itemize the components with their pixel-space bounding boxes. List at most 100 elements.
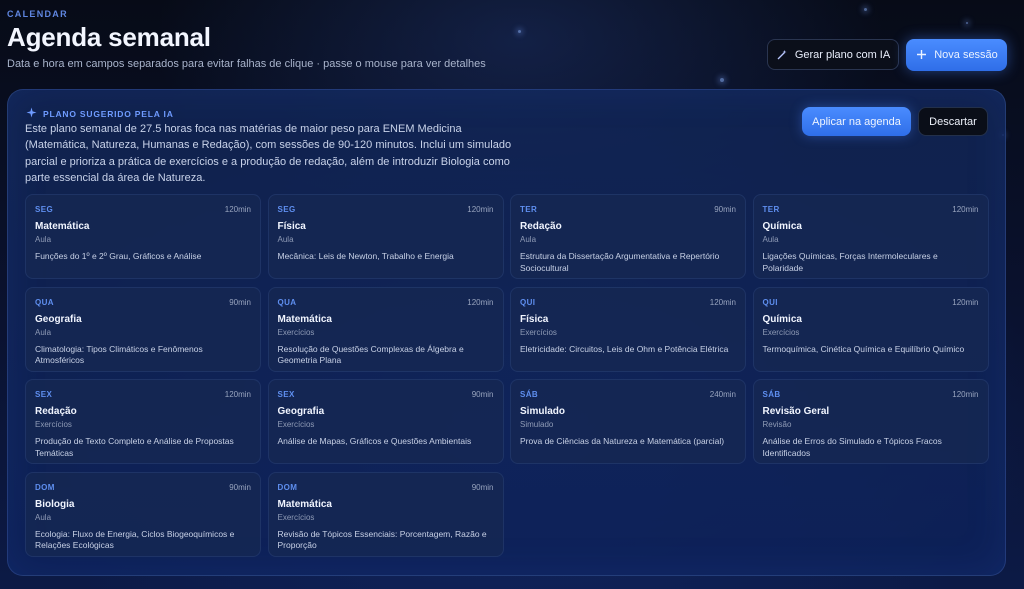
section-eyebrow: CALENDAR bbox=[7, 9, 68, 19]
ai-plan-tag-label: PLANO SUGERIDO PELA IA bbox=[43, 108, 174, 119]
session-day: SÁB bbox=[762, 390, 781, 399]
new-session-button[interactable]: Nova sessão bbox=[906, 39, 1007, 71]
session-subject: Química bbox=[762, 313, 802, 325]
session-duration: 120min bbox=[467, 297, 494, 307]
session-kind: Aula bbox=[35, 512, 52, 522]
session-kind: Exercícios bbox=[762, 327, 800, 337]
session-topic: Análise de Mapas, Gráficos e Questões Am… bbox=[277, 436, 472, 446]
session-topic: Revisão de Tópicos Essenciais: Porcentag… bbox=[277, 528, 487, 551]
session-duration: 120min bbox=[224, 205, 251, 214]
session-card[interactable]: TER 120min Química Aula Ligações Químicas, F… bbox=[752, 194, 989, 279]
session-kind: Revisão bbox=[762, 420, 792, 429]
session-topic: Prova de Ciências da Natureza e Matemáti… bbox=[520, 436, 725, 446]
session-kind: Exercícios bbox=[277, 327, 315, 337]
session-duration: 120min bbox=[224, 390, 251, 399]
session-topic: Análise de Erros do Simulado e Tópicos F… bbox=[762, 436, 942, 458]
session-card[interactable]: QUI 120min Química Exercícios Termoquímica, … bbox=[752, 286, 989, 372]
session-subject: Química bbox=[762, 221, 802, 232]
session-card[interactable]: QUA 120min Matemática Exercícios Resolução d… bbox=[267, 286, 504, 372]
background-glow bbox=[966, 22, 968, 24]
session-kind: Aula bbox=[277, 235, 294, 244]
session-kind: Exercícios bbox=[35, 420, 72, 429]
session-day: SEX bbox=[277, 390, 295, 399]
session-duration: 240min bbox=[709, 390, 736, 399]
session-card[interactable]: DOM 90min Matemática Exercícios Revisão de T… bbox=[267, 471, 504, 557]
session-day: SÁB bbox=[520, 390, 539, 399]
apply-to-agenda-button[interactable]: Aplicar na agenda bbox=[802, 107, 911, 136]
page-subtitle: Data e hora em campos separados para evi… bbox=[7, 58, 486, 70]
session-kind: Aula bbox=[520, 235, 537, 244]
session-duration: 120min bbox=[952, 390, 979, 399]
discard-button[interactable]: Descartar bbox=[918, 107, 988, 136]
session-card[interactable]: SEX 120min Redação Exercícios Produção de Te… bbox=[25, 379, 261, 464]
session-duration: 90min bbox=[714, 205, 736, 214]
session-topic: Ligações Químicas, Forças Intermolecular… bbox=[762, 251, 938, 273]
session-topic: Produção de Texto Completo e Análise de … bbox=[35, 436, 234, 458]
new-session-label: Nova sessão bbox=[934, 49, 998, 61]
session-subject: Matemática bbox=[35, 221, 90, 232]
session-card[interactable]: QUI 120min Física Exercícios Eletricidade: C… bbox=[510, 286, 746, 372]
session-card[interactable]: DOM 90min Biologia Aula Ecologia: Fluxo de E… bbox=[25, 471, 261, 557]
session-topic: Ecologia: Fluxo de Energia, Ciclos Bioge… bbox=[35, 528, 235, 551]
ai-plan-description: Este plano semanal de 27.5 horas foca na… bbox=[25, 123, 512, 184]
generate-ai-plan-label: Gerar plano com IA bbox=[794, 48, 891, 61]
session-topic: Funções do 1º e 2º Grau, Gráficos e Anál… bbox=[35, 251, 202, 261]
session-duration: 90min bbox=[229, 297, 251, 307]
session-day: QUI bbox=[520, 297, 536, 307]
session-topic: Estrutura da Dissertação Argumentativa e… bbox=[520, 251, 720, 273]
session-subject: Simulado bbox=[520, 406, 566, 417]
session-duration: 90min bbox=[229, 482, 251, 492]
session-subject: Biologia bbox=[35, 498, 75, 510]
session-duration: 120min bbox=[952, 205, 979, 214]
session-kind: Aula bbox=[35, 235, 52, 244]
session-subject: Matemática bbox=[277, 498, 332, 510]
session-duration: 120min bbox=[467, 205, 494, 214]
session-card[interactable]: SÁB 120min Revisão Geral Revisão Análise de … bbox=[752, 379, 989, 464]
session-topic: Eletricidade: Circuitos, Leis de Ohm e P… bbox=[520, 343, 729, 354]
session-kind: Exercícios bbox=[277, 420, 315, 429]
session-card[interactable]: SEX 90min Geografia Exercícios Análise de Ma… bbox=[267, 379, 504, 464]
session-topic: Termoquímica, Cinética Química e Equilíb… bbox=[762, 343, 965, 354]
session-day: SEG bbox=[277, 205, 296, 214]
session-subject: Geografia bbox=[35, 313, 82, 325]
background-glow bbox=[864, 8, 867, 11]
session-subject: Revisão Geral bbox=[762, 406, 830, 417]
session-day: TER bbox=[762, 205, 780, 214]
session-card[interactable]: SEG 120min Física Aula Mecânica: Leis de New… bbox=[267, 194, 504, 279]
session-subject: Geografia bbox=[277, 406, 325, 417]
session-day: TER bbox=[520, 205, 538, 214]
ai-plan-tag: PLANO SUGERIDO PELA IA bbox=[26, 107, 174, 120]
background-glow bbox=[720, 78, 724, 82]
sparkles-icon bbox=[26, 107, 37, 120]
session-grid: SEG 120min Matemática Aula Funções do 1º e 2… bbox=[25, 194, 989, 557]
sparkles-icon bbox=[776, 49, 788, 61]
session-kind: Exercícios bbox=[520, 327, 557, 337]
session-card[interactable]: QUA 90min Geografia Aula Climatologia: Tipos… bbox=[25, 286, 261, 372]
session-kind: Simulado bbox=[520, 420, 554, 429]
session-topic: Climatologia: Tipos Climáticos e Fenômen… bbox=[35, 343, 203, 366]
session-card[interactable]: TER 90min Redação Aula Estrutura da Disserta… bbox=[510, 194, 746, 279]
page-title: Agenda semanal bbox=[7, 22, 211, 52]
session-duration: 90min bbox=[471, 390, 494, 399]
session-day: DOM bbox=[277, 482, 298, 492]
plus-icon bbox=[915, 49, 927, 61]
session-duration: 120min bbox=[709, 297, 736, 307]
session-day: QUA bbox=[277, 297, 297, 307]
session-kind: Aula bbox=[35, 327, 52, 337]
session-subject: Física bbox=[277, 221, 306, 232]
session-duration: 120min bbox=[952, 297, 979, 307]
session-subject: Redação bbox=[520, 221, 562, 232]
session-day: DOM bbox=[35, 482, 55, 492]
session-topic: Mecânica: Leis de Newton, Trabalho e Ene… bbox=[277, 251, 454, 261]
session-card[interactable]: SÁB 240min Simulado Simulado Prova de Ciênci… bbox=[510, 379, 746, 464]
generate-ai-plan-button[interactable]: Gerar plano com IA bbox=[767, 39, 899, 70]
session-topic: Resolução de Questões Complexas de Álgeb… bbox=[277, 343, 464, 366]
session-subject: Redação bbox=[35, 406, 77, 417]
session-day: QUA bbox=[35, 297, 54, 307]
session-day: SEG bbox=[35, 205, 54, 214]
session-subject: Matemática bbox=[277, 313, 332, 325]
background-glow bbox=[518, 30, 521, 33]
session-duration: 90min bbox=[471, 482, 494, 492]
session-day: SEX bbox=[35, 390, 53, 399]
session-card[interactable]: SEG 120min Matemática Aula Funções do 1º e 2… bbox=[25, 194, 261, 279]
